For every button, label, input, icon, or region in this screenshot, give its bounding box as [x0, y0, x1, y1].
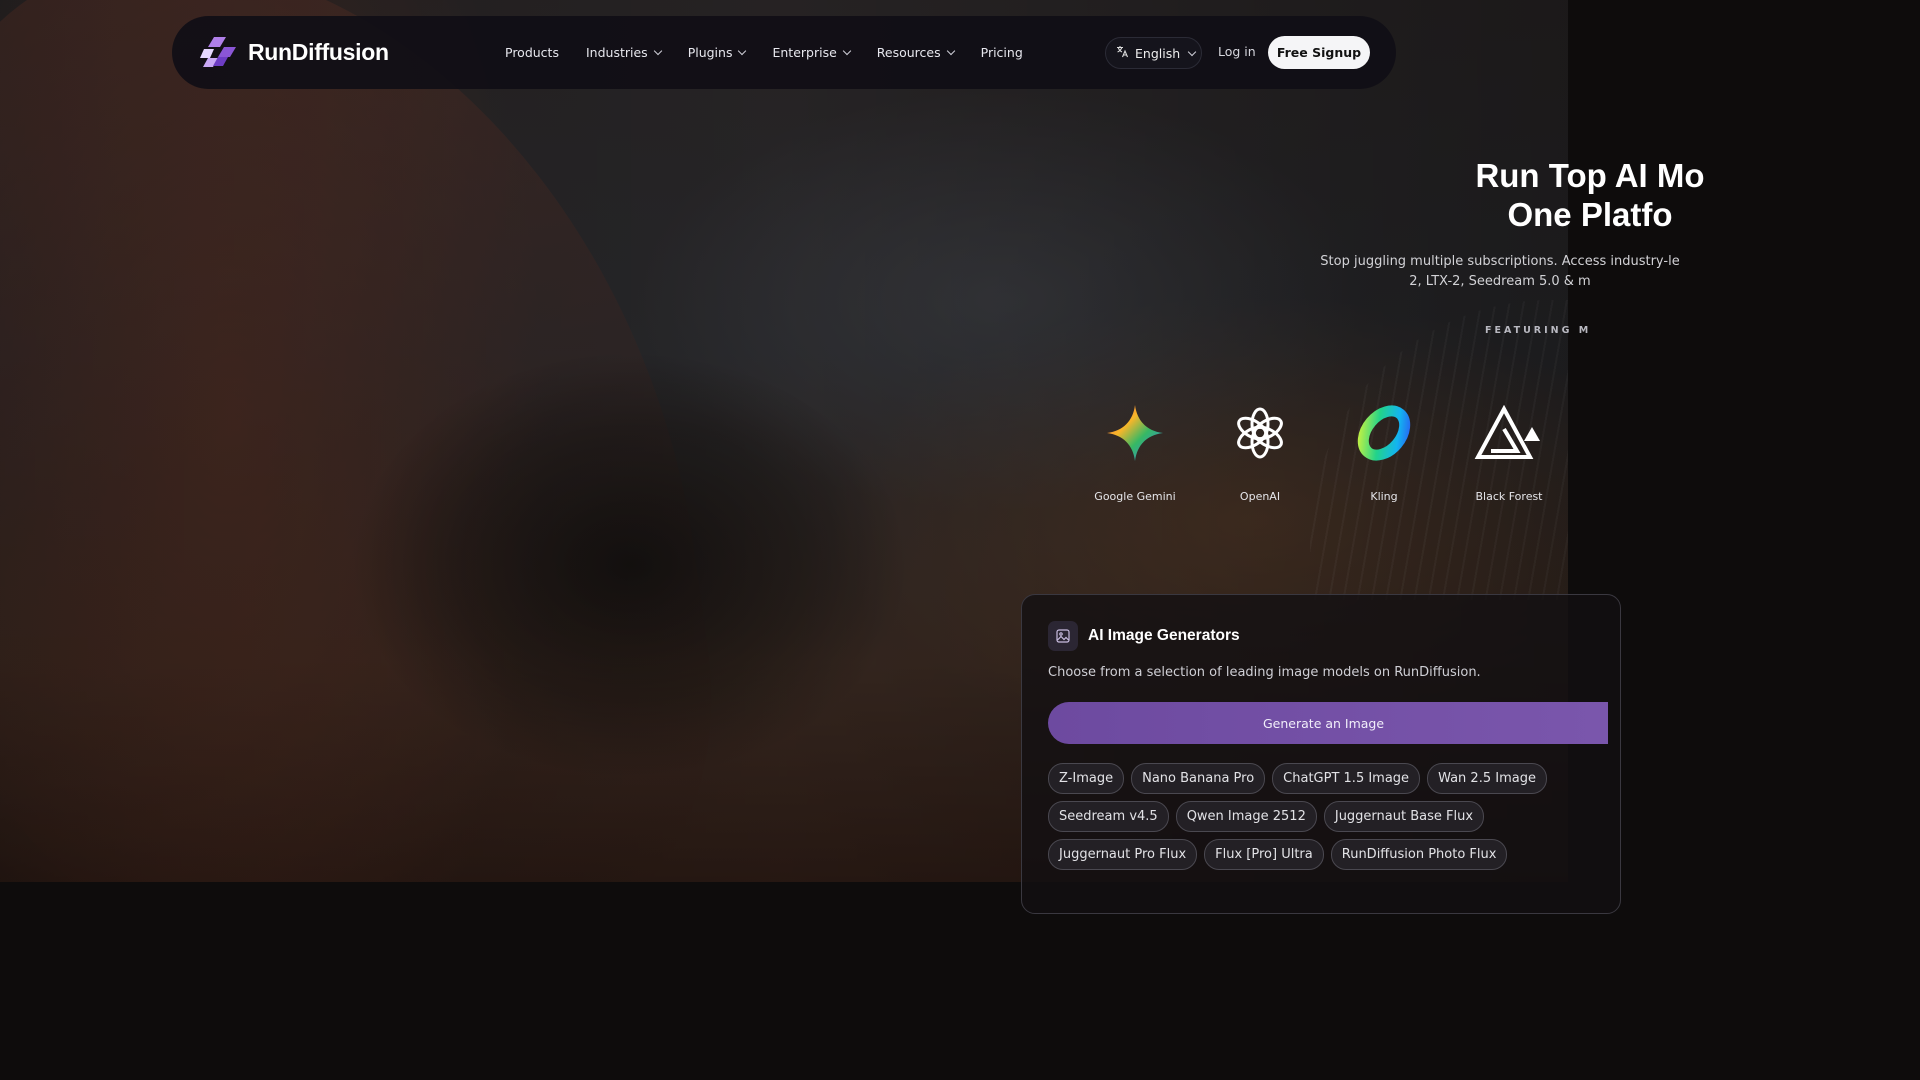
language-label: English — [1135, 45, 1181, 61]
openai-icon — [1205, 402, 1315, 464]
brand-name: Kling — [1370, 490, 1398, 503]
brand-name: Black Forest — [1475, 490, 1543, 503]
nav-links: Products Industries Plugins Enterprise R… — [505, 16, 1050, 89]
hero-subtitle: Stop juggling multiple subscriptions. Ac… — [1320, 254, 1680, 289]
nav-item-pricing[interactable]: Pricing — [981, 45, 1023, 60]
model-chip[interactable]: Qwen Image 2512 — [1175, 801, 1317, 832]
card-description: Choose from a selection of leading image… — [1048, 665, 1481, 680]
brand-name: Google Gemini — [1094, 490, 1176, 503]
chevron-down-icon — [842, 46, 852, 56]
chip-row: Z-Image Nano Banana Pro ChatGPT 1.5 Imag… — [1048, 763, 1608, 794]
card-title: AI Image Generators — [1088, 627, 1240, 644]
brand-name: OpenAI — [1239, 490, 1281, 503]
free-signup-button[interactable]: Free Signup — [1268, 36, 1370, 69]
nav-item-enterprise[interactable]: Enterprise — [772, 45, 852, 60]
nav-item-resources[interactable]: Resources — [877, 45, 955, 60]
brand-google-gemini: Google Gemini — [1080, 402, 1190, 503]
gemini-icon — [1080, 402, 1190, 464]
chevron-down-icon — [946, 46, 955, 56]
rundiffusion-logo-icon — [198, 36, 240, 69]
black-forest-icon — [1454, 402, 1564, 464]
brand-black-forest: Black Forest — [1454, 402, 1564, 503]
chevron-down-icon — [1187, 47, 1197, 56]
logo[interactable]: RunDiffusion — [198, 36, 389, 69]
model-chip[interactable]: Flux [Pro] Ultra — [1204, 839, 1324, 870]
featuring-label: FEATURING M — [1485, 325, 1592, 336]
ai-image-generators-card: AI Image Generators Choose from a select… — [1021, 594, 1621, 914]
model-chip[interactable]: Nano Banana Pro — [1131, 763, 1266, 794]
chevron-down-icon — [738, 46, 747, 56]
model-chips: Z-Image Nano Banana Pro ChatGPT 1.5 Imag… — [1048, 763, 1608, 877]
chip-row: Juggernaut Pro Flux Flux [Pro] Ultra Run… — [1048, 839, 1608, 870]
image-icon — [1048, 621, 1078, 651]
chip-row: Seedream v4.5 Qwen Image 2512 Juggernaut… — [1048, 801, 1608, 832]
model-chip[interactable]: Juggernaut Pro Flux — [1048, 839, 1198, 870]
translate-icon — [1116, 45, 1129, 61]
language-selector[interactable]: English — [1105, 37, 1202, 69]
nav-item-plugins[interactable]: Plugins — [688, 45, 747, 60]
model-chip[interactable]: Seedream v4.5 — [1048, 801, 1169, 832]
model-chip[interactable]: ChatGPT 1.5 Image — [1272, 763, 1421, 794]
logo-text: RunDiffusion — [248, 39, 389, 65]
model-chip[interactable]: Juggernaut Base Flux — [1323, 801, 1485, 832]
brand-kling: Kling — [1329, 402, 1439, 503]
nav-item-industries[interactable]: Industries — [586, 45, 662, 60]
hero-title: Run Top AI Mo One Platfo — [1475, 157, 1705, 233]
login-link[interactable]: Log in — [1218, 44, 1256, 59]
model-chip[interactable]: RunDiffusion Photo Flux — [1330, 839, 1508, 870]
brand-openai: OpenAI — [1205, 402, 1315, 503]
generate-image-button[interactable]: Generate an Image — [1048, 702, 1608, 744]
model-chip[interactable]: Z-Image — [1048, 763, 1125, 794]
model-chip[interactable]: Wan 2.5 Image — [1427, 763, 1547, 794]
chevron-down-icon — [653, 46, 662, 56]
nav-item-products[interactable]: Products — [505, 45, 559, 60]
top-navbar: RunDiffusion Products Industries Plugins… — [172, 16, 1396, 89]
kling-icon — [1329, 402, 1439, 464]
